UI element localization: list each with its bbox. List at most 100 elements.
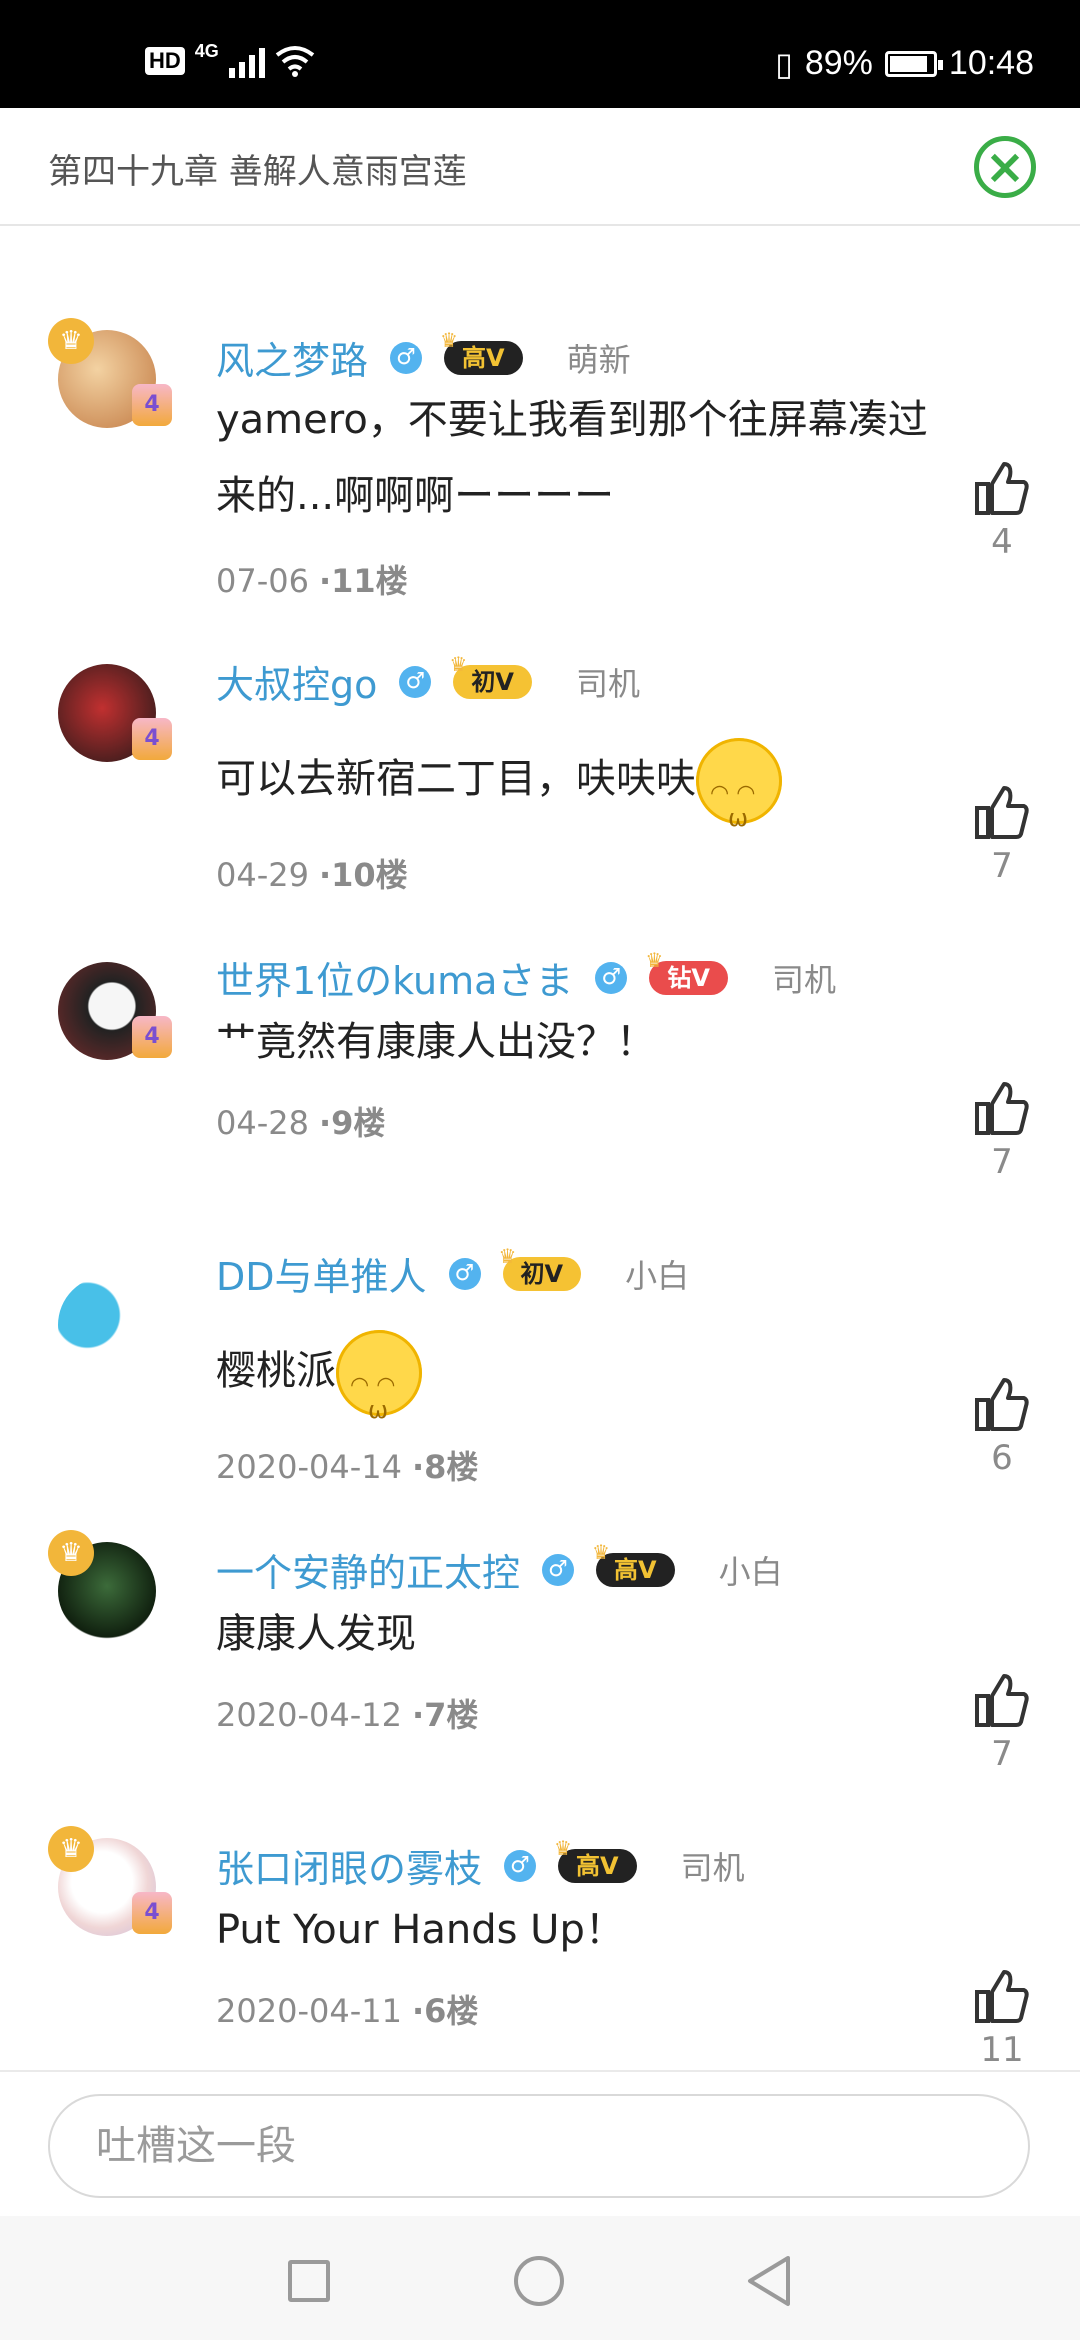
thumbs-up-icon — [975, 786, 1029, 839]
vip-badge: 高V — [592, 1535, 675, 1587]
home-icon[interactable] — [514, 2256, 564, 2306]
floor-number: ·9楼 — [318, 1104, 386, 1142]
like-count: 6 — [991, 1438, 1013, 1478]
close-icon[interactable]: × — [974, 136, 1036, 198]
vip-badge: 钻V — [645, 943, 728, 995]
laughing-emoji-icon — [336, 1330, 422, 1448]
comment-text: yamero，不要让我看到那个往屏幕凑过来的...啊啊啊ーーーー — [216, 397, 928, 519]
signal-icon — [228, 44, 265, 78]
level-badge: 4 — [132, 718, 172, 760]
vip-badge: 高V — [440, 323, 523, 375]
like-button[interactable]: 11 — [972, 1968, 1032, 2070]
comment-date: 2020-04-14 — [216, 1448, 402, 1486]
like-button[interactable]: 4 — [972, 460, 1032, 562]
floor-number: ·6楼 — [411, 1992, 479, 2030]
rank-label: 小白 — [625, 1256, 690, 1295]
battery-percent: 89% — [804, 44, 873, 82]
level-badge: 4 — [132, 384, 172, 426]
clock: 10:48 — [948, 44, 1034, 82]
floor-number: ·8楼 — [411, 1448, 479, 1486]
thumbs-up-icon — [975, 1674, 1029, 1727]
vip-badge: 初V — [499, 1239, 582, 1291]
avatar[interactable]: ♛ 4 — [48, 1826, 172, 1936]
wifi-icon — [275, 45, 315, 77]
network-type: 4G — [194, 40, 219, 61]
comment-text: 樱桃派 — [216, 1330, 936, 1448]
floor-number: ·11楼 — [318, 562, 408, 600]
vip-badge: 高V — [554, 1831, 637, 1883]
system-nav-bar — [0, 2216, 1080, 2340]
comment-meta: 04-28·9楼 — [216, 1098, 385, 1144]
recent-apps-icon[interactable] — [288, 2260, 330, 2302]
comment-input[interactable]: 吐槽这一段 — [48, 2094, 1030, 2198]
like-button[interactable]: 6 — [972, 1376, 1032, 1478]
floor-number: ·7楼 — [411, 1696, 479, 1734]
thumbs-up-icon — [975, 1082, 1029, 1135]
like-count: 7 — [991, 1142, 1013, 1182]
chapter-header: 第四十九章 善解人意雨宫莲 × — [0, 108, 1080, 226]
level-badge: 4 — [132, 1016, 172, 1058]
avatar[interactable]: 4 — [58, 962, 172, 1060]
rank-label: 司机 — [771, 960, 836, 999]
comment-date: 04-29 — [216, 856, 309, 894]
comment-text-content: 可以去新宿二丁目，呋呋呋 — [216, 756, 696, 802]
comment-meta: 07-06·11楼 — [216, 556, 408, 602]
rank-label: 萌新 — [566, 340, 631, 379]
battery-icon — [884, 50, 943, 77]
male-gender-icon: ♂ — [504, 1849, 537, 1882]
avatar[interactable] — [58, 1276, 156, 1374]
comment-meta: 2020-04-11·6楼 — [216, 1986, 478, 2032]
like-count: 4 — [991, 522, 1013, 562]
avatar[interactable]: 4 — [58, 664, 172, 762]
male-gender-icon: ♂ — [542, 1553, 575, 1586]
comment-date: 04-28 — [216, 1104, 309, 1142]
floor-number: ·10楼 — [318, 856, 408, 894]
like-button[interactable]: 7 — [972, 784, 1032, 886]
rank-label: 司机 — [680, 1848, 745, 1887]
comment-meta: 2020-04-14·8楼 — [216, 1442, 478, 1488]
like-button[interactable]: 7 — [972, 1672, 1032, 1774]
comment-input-bar: 吐槽这一段 — [0, 2070, 1080, 2218]
avatar[interactable]: ♛ — [48, 1530, 156, 1640]
vibrate-icon: ▯ — [775, 45, 793, 82]
comment-text: 康康人发现 — [216, 1611, 416, 1657]
comment-text: 可以去新宿二丁目，呋呋呋 — [216, 738, 936, 856]
rank-label: 小白 — [718, 1552, 783, 1591]
hd-icon: HD — [145, 47, 185, 75]
laughing-emoji-icon — [696, 738, 782, 856]
status-bar: HD 4G ▯ 89% 10:48 — [0, 0, 1080, 108]
username[interactable]: 风之梦路 — [216, 330, 368, 385]
thumbs-up-icon — [975, 462, 1029, 515]
comment-meta: 04-29·10楼 — [216, 850, 408, 896]
comment-date: 2020-04-12 — [216, 1696, 402, 1734]
comment-meta: 2020-04-12·7楼 — [216, 1690, 478, 1736]
male-gender-icon: ♂ — [399, 665, 432, 698]
comment-text: Put Your Hands Up！ — [216, 1907, 625, 1953]
rank-label: 司机 — [575, 664, 640, 703]
comment-date: 2020-04-11 — [216, 1992, 402, 2030]
username[interactable]: 世界1位のkumaさま — [216, 950, 573, 1005]
vip-badge: 初V — [449, 647, 532, 699]
comment-text-content: 樱桃派 — [216, 1348, 336, 1394]
like-button[interactable]: 7 — [972, 1080, 1032, 1182]
male-gender-icon: ♂ — [390, 341, 423, 374]
username[interactable]: 张口闭眼の雾枝 — [216, 1838, 482, 1893]
male-gender-icon: ♂ — [448, 1257, 481, 1290]
like-count: 7 — [991, 1734, 1013, 1774]
comment-text: 艹竟然有康康人出没？！ — [216, 1019, 656, 1065]
crown-icon: ♛ — [48, 1826, 94, 1872]
crown-icon: ♛ — [48, 1530, 94, 1576]
thumbs-up-icon — [975, 1970, 1029, 2023]
like-count: 11 — [980, 2030, 1024, 2070]
level-badge: 4 — [132, 1892, 172, 1934]
thumbs-up-icon — [975, 1378, 1029, 1431]
male-gender-icon: ♂ — [595, 961, 628, 994]
like-count: 7 — [991, 846, 1013, 886]
username[interactable]: DD与单推人 — [216, 1246, 427, 1301]
username[interactable]: 一个安静的正太控 — [216, 1542, 520, 1597]
comment-date: 07-06 — [216, 562, 309, 600]
avatar[interactable]: ♛ 4 — [48, 318, 172, 428]
chapter-title: 第四十九章 善解人意雨宫莲 — [48, 152, 467, 192]
crown-icon: ♛ — [48, 318, 94, 364]
username[interactable]: 大叔控go — [216, 654, 377, 709]
